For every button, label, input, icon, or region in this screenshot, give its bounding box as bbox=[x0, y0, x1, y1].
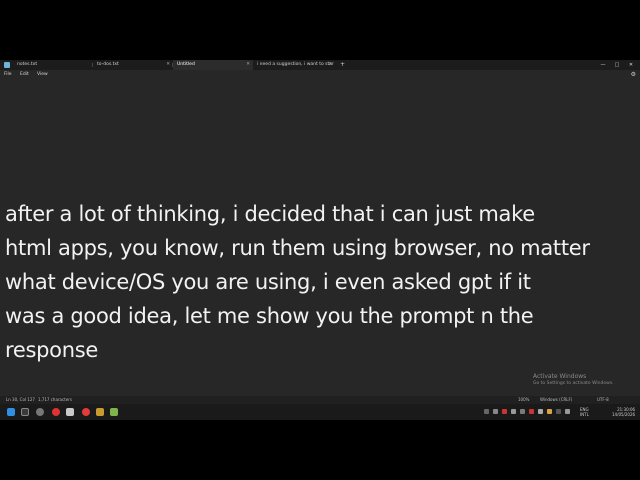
status-bar: Ln 30, Col 127 1,717 characters 100% Win… bbox=[0, 396, 640, 404]
tray-icon[interactable] bbox=[484, 409, 489, 414]
drive-icon[interactable] bbox=[110, 408, 118, 416]
tab-notes[interactable]: notes.txt bbox=[13, 60, 93, 70]
activate-windows-title: Activate Windows bbox=[533, 373, 587, 380]
file-explorer-icon[interactable] bbox=[66, 408, 74, 416]
tray-icon[interactable] bbox=[565, 409, 570, 414]
tab-label: to-dos.txt bbox=[97, 62, 119, 67]
search-icon[interactable] bbox=[21, 408, 29, 416]
tab-bar: notes.txt to-dos.txt ✕ Untitled ✕ i need… bbox=[0, 60, 640, 70]
maximize-button[interactable]: □ bbox=[610, 60, 624, 70]
settings-icon[interactable] bbox=[36, 408, 44, 416]
gear-icon[interactable]: ⚙ bbox=[631, 70, 636, 80]
notepad-window: notes.txt to-dos.txt ✕ Untitled ✕ i need… bbox=[0, 60, 640, 420]
recorder-icon[interactable] bbox=[82, 408, 90, 416]
cursor-position: Ln 30, Col 127 bbox=[6, 397, 35, 402]
text-editor[interactable]: after a lot of thinking, i decided that … bbox=[0, 80, 640, 398]
windows-start-icon[interactable] bbox=[7, 408, 15, 416]
tab-suggestion[interactable]: i need a suggestion, i want to star ✕ bbox=[253, 60, 335, 70]
tray-icon[interactable] bbox=[556, 409, 561, 414]
media-icon[interactable] bbox=[96, 408, 104, 416]
tab-label: notes.txt bbox=[17, 62, 38, 67]
encoding[interactable]: UTF-8 bbox=[597, 396, 609, 404]
clock-date: 14/05/2026 bbox=[612, 412, 636, 417]
menu-bar: File Edit View ⚙ bbox=[0, 70, 640, 80]
close-tab-icon[interactable]: ✕ bbox=[328, 60, 332, 70]
tray-icon[interactable] bbox=[529, 409, 534, 414]
notepad-app-icon bbox=[4, 62, 10, 68]
menu-edit[interactable]: Edit bbox=[20, 70, 29, 80]
menu-view[interactable]: View bbox=[37, 70, 48, 80]
chrome-icon[interactable] bbox=[52, 408, 60, 416]
tray-icon[interactable] bbox=[547, 409, 552, 414]
activate-windows-subtitle: Go to Settings to activate Windows. bbox=[533, 381, 614, 386]
tab-untitled[interactable]: Untitled ✕ bbox=[173, 60, 253, 70]
menu-file[interactable]: File bbox=[4, 70, 12, 80]
language-bottom: INTL bbox=[580, 412, 589, 417]
taskbar: ENG INTL 21:30:06 14/05/2026 bbox=[0, 404, 640, 420]
tray-icon[interactable] bbox=[520, 409, 525, 414]
close-button[interactable]: ✕ bbox=[624, 60, 638, 70]
document-text[interactable]: after a lot of thinking, i decided that … bbox=[5, 197, 637, 367]
line-ending[interactable]: Windows (CRLF) bbox=[540, 396, 572, 404]
tray-icon[interactable] bbox=[493, 409, 498, 414]
tray-icon[interactable] bbox=[511, 409, 516, 414]
minimize-button[interactable]: — bbox=[596, 60, 610, 70]
tab-to-dos[interactable]: to-dos.txt ✕ bbox=[93, 60, 173, 70]
close-tab-icon[interactable]: ✕ bbox=[166, 60, 170, 70]
tray-icon[interactable] bbox=[502, 409, 507, 414]
language-indicator[interactable]: ENG INTL bbox=[580, 407, 589, 417]
tray-icon[interactable] bbox=[538, 409, 543, 414]
tab-label: Untitled bbox=[177, 62, 195, 67]
clock[interactable]: 21:30:06 14/05/2026 bbox=[612, 407, 635, 417]
character-count: 1,717 characters bbox=[38, 397, 72, 402]
close-tab-icon[interactable]: ✕ bbox=[246, 60, 250, 70]
zoom-level[interactable]: 100% bbox=[518, 396, 529, 404]
new-tab-button[interactable]: + bbox=[340, 60, 345, 70]
tab-label: i need a suggestion, i want to star bbox=[257, 62, 334, 67]
